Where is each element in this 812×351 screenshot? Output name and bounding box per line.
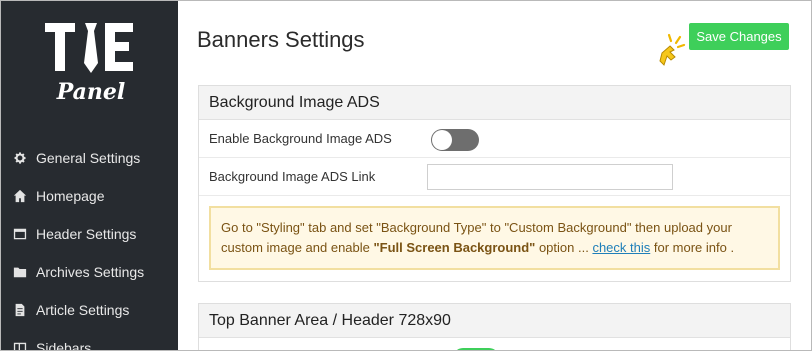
sidebar-item-header-settings[interactable]: Header Settings (1, 215, 178, 253)
columns-icon (12, 340, 28, 350)
background-ads-link-input[interactable] (427, 164, 673, 190)
section-title: Background Image ADS (199, 86, 790, 120)
notice-bold-text: "Full Screen Background" (373, 240, 536, 255)
notice-text-3: for more info . (650, 240, 735, 255)
folder-icon (12, 264, 28, 280)
document-icon (12, 302, 28, 318)
main-content: Banners Settings Save Changes Background… (178, 1, 811, 350)
home-icon (12, 188, 28, 204)
logo-panel-text: Panel (56, 79, 126, 105)
page-title: Banners Settings (197, 27, 365, 52)
background-ads-link-label: Background Image ADS Link (209, 169, 376, 184)
background-image-ads-section: Background Image ADS Enable Background I… (198, 85, 791, 282)
app-window: Panel General Settings Homepage Header S… (0, 0, 812, 351)
enable-background-ads-row: Enable Background Image ADS (199, 120, 790, 158)
toggle-knob (432, 130, 452, 150)
sidebar-item-homepage[interactable]: Homepage (1, 177, 178, 215)
enable-background-ads-toggle[interactable] (431, 129, 479, 151)
notice-text-2: option ... (535, 240, 593, 255)
sidebar-item-label: Header Settings (36, 226, 137, 242)
enable-background-ads-label: Enable Background Image ADS (209, 131, 392, 146)
sidebar-item-general-settings[interactable]: General Settings (1, 139, 178, 177)
check-this-link[interactable]: check this (592, 240, 650, 255)
window-icon (12, 226, 28, 242)
gear-icon (12, 150, 28, 166)
sidebar-item-label: Homepage (36, 188, 105, 204)
sidebar-item-sidebars[interactable]: Sidebars (1, 329, 178, 351)
section-title: Top Banner Area / Header 728x90 (199, 304, 790, 338)
tie-panel-logo: Panel (45, 23, 133, 105)
sidebar-item-article-settings[interactable]: Article Settings (1, 291, 178, 329)
info-notice: Go to "Styling" tab and set "Background … (209, 206, 780, 270)
sidebar-item-label: General Settings (36, 150, 141, 166)
sidebar: Panel General Settings Homepage Header S… (1, 1, 178, 351)
save-changes-button[interactable]: Save Changes (689, 23, 789, 50)
hand-pointer-icon (659, 33, 686, 66)
notice-wrapper: Go to "Styling" tab and set "Background … (199, 196, 790, 281)
sidebar-item-label: Archives Settings (36, 264, 145, 280)
sidebar-item-label: Article Settings (36, 302, 130, 318)
sidebar-item-label: Sidebars (36, 340, 92, 351)
background-ads-link-row: Background Image ADS Link (199, 158, 790, 196)
sidebar-item-archives-settings[interactable]: Archives Settings (1, 253, 178, 291)
top-banner-section: Top Banner Area / Header 728x90 (198, 303, 791, 350)
sidebar-nav: General Settings Homepage Header Setting… (1, 139, 178, 351)
